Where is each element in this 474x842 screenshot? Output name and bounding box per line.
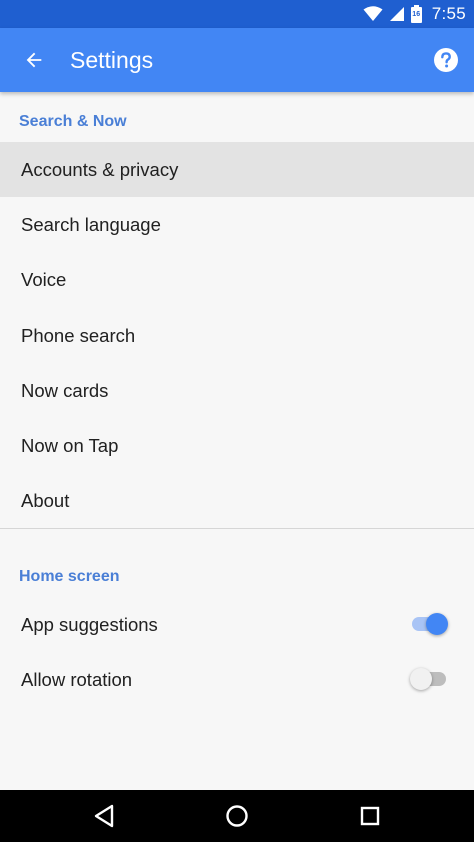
app-suggestions-toggle[interactable] <box>410 612 450 636</box>
nav-back-button[interactable] <box>88 800 120 832</box>
list-item-allow-rotation[interactable]: Allow rotation <box>0 652 474 707</box>
home-circle-icon <box>226 805 248 827</box>
section-divider <box>0 528 474 529</box>
list-item-label: Search language <box>21 213 161 235</box>
list-item-label: About <box>21 489 70 511</box>
status-icons: 16 7:55 <box>363 0 466 28</box>
allow-rotation-toggle[interactable] <box>410 667 450 691</box>
help-button[interactable] <box>432 46 460 74</box>
navigation-bar <box>0 790 474 842</box>
section-header-home-screen: Home screen <box>19 568 120 585</box>
list-item-voice[interactable]: Voice <box>0 252 474 307</box>
list-item-about[interactable]: About <box>0 473 474 528</box>
arrow-back-icon <box>26 52 42 68</box>
battery-level: 16 <box>412 11 421 18</box>
page-title: Settings <box>70 47 154 73</box>
cell-signal-icon <box>389 7 404 21</box>
recents-square-icon <box>360 806 380 826</box>
toggle-thumb <box>426 613 448 635</box>
list-item-now-on-tap[interactable]: Now on Tap <box>0 418 474 473</box>
list-item-app-suggestions[interactable]: App suggestions <box>0 597 474 652</box>
status-time: 7:55 <box>431 4 466 23</box>
nav-recents-button[interactable] <box>354 800 386 832</box>
list-item-label: App suggestions <box>21 613 158 635</box>
list-item-label: Allow rotation <box>21 668 133 690</box>
wifi-icon <box>363 6 383 21</box>
list-item-label: Accounts & privacy <box>21 158 179 180</box>
toggle-thumb <box>410 668 432 690</box>
list-item-phone-search[interactable]: Phone search <box>0 308 474 363</box>
help-icon <box>434 48 458 72</box>
status-bar: 16 7:55 <box>0 0 474 28</box>
section-header-search-now: Search & Now <box>19 113 127 130</box>
back-button[interactable] <box>16 42 52 78</box>
app-bar: Settings <box>0 28 474 92</box>
list-item-label: Now on Tap <box>21 434 119 456</box>
list-item-label: Now cards <box>21 379 109 401</box>
list-item-now-cards[interactable]: Now cards <box>0 363 474 418</box>
settings-list: Search & Now Accounts & privacy Search l… <box>0 92 474 790</box>
list-item-label: Voice <box>21 268 67 290</box>
back-triangle-icon <box>94 804 114 828</box>
list-item-label: Phone search <box>21 324 136 346</box>
nav-home-button[interactable] <box>221 800 253 832</box>
list-item-search-language[interactable]: Search language <box>0 197 474 252</box>
list-item-accounts-privacy[interactable]: Accounts & privacy <box>0 142 474 197</box>
battery-icon: 16 <box>410 5 422 23</box>
